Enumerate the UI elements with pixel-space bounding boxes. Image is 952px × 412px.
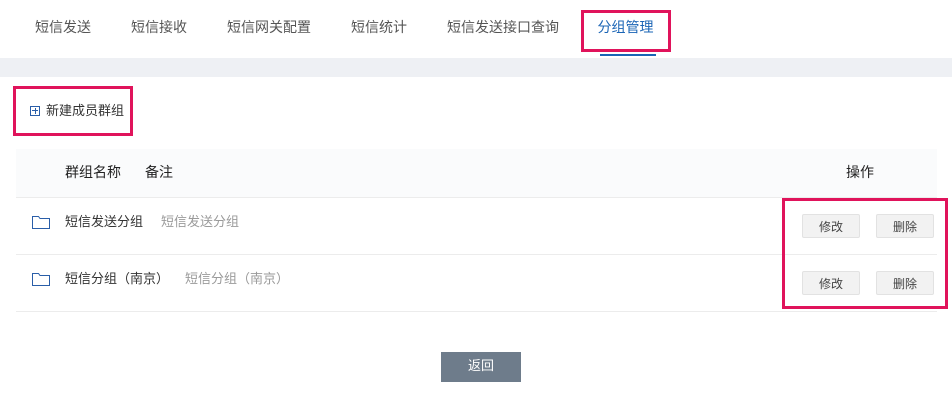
delete-button[interactable]: 删除 xyxy=(876,214,934,238)
table-row: 短信分组（南京） 短信分组（南京） 修改 删除 xyxy=(16,255,937,312)
active-tab-underline xyxy=(600,54,656,56)
folder-icon xyxy=(32,216,50,229)
delete-button[interactable]: 删除 xyxy=(876,271,934,295)
header-group-name: 群组名称 xyxy=(65,165,121,181)
table-row: 短信发送分组 短信发送分组 修改 删除 xyxy=(16,198,937,255)
tab-gateway-config[interactable]: 短信网关配置 xyxy=(227,0,311,58)
group-note: 短信发送分组 xyxy=(161,215,240,230)
tab-label: 短信网关配置 xyxy=(227,20,311,36)
tab-api-query[interactable]: 短信发送接口查询 xyxy=(447,0,559,58)
header-note: 备注 xyxy=(145,165,173,181)
tab-divider-band xyxy=(0,58,952,77)
tab-label: 短信发送 xyxy=(35,20,91,36)
tab-label: 短信发送接口查询 xyxy=(447,20,559,36)
tab-label: 短信接收 xyxy=(131,20,187,36)
tab-label: 分组管理 xyxy=(597,20,654,36)
group-name: 短信分组（南京） xyxy=(65,272,170,287)
tab-group-management[interactable]: 分组管理 xyxy=(581,0,670,58)
new-group-label: 新建成员群组 xyxy=(46,104,125,119)
back-button[interactable]: 返回 xyxy=(441,352,521,382)
group-note: 短信分组（南京） xyxy=(185,272,290,287)
tab-sms-send[interactable]: 短信发送 xyxy=(35,0,91,58)
table-header: 群组名称 备注 操作 xyxy=(16,149,937,198)
tab-label: 短信统计 xyxy=(351,20,407,36)
folder-icon xyxy=(32,273,50,286)
edit-button[interactable]: 修改 xyxy=(802,271,860,295)
new-member-group-button[interactable]: 新建成员群组 xyxy=(30,102,124,122)
header-actions: 操作 xyxy=(846,165,874,181)
plus-square-icon xyxy=(30,105,40,116)
tab-sms-stats[interactable]: 短信统计 xyxy=(351,0,407,58)
tab-sms-receive[interactable]: 短信接收 xyxy=(131,0,187,58)
tab-bar: 短信发送 短信接收 短信网关配置 短信统计 短信发送接口查询 分组管理 xyxy=(0,0,952,58)
group-name: 短信发送分组 xyxy=(65,215,144,230)
group-table: 群组名称 备注 操作 短信发送分组 短信发送分组 修改 删除 短信分组（南京） … xyxy=(16,149,937,312)
edit-button[interactable]: 修改 xyxy=(802,214,860,238)
